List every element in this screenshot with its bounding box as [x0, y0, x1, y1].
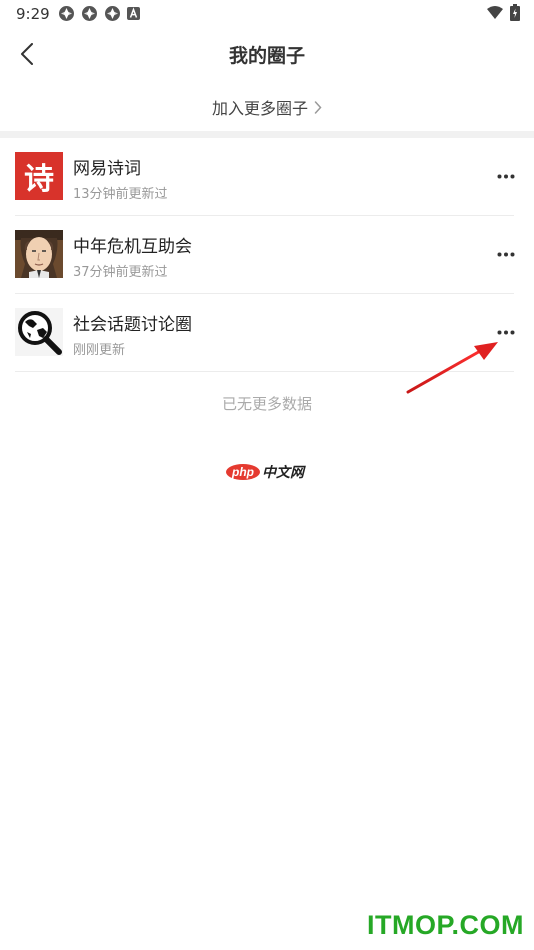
battery-icon [510, 4, 520, 21]
php-logo-text: 中文网 [262, 465, 304, 481]
page-title: 我的圈子 [228, 45, 305, 67]
circle-item-poetry[interactable]: 诗 网易诗词 13分钟前更新过 [15, 138, 515, 216]
status-time: 9:29 [16, 5, 50, 23]
circle-updated-time: 13分钟前更新过 [73, 187, 168, 202]
join-more-circles-link[interactable]: 加入更多圈子 [0, 88, 534, 126]
ellipsis-icon [497, 330, 515, 334]
circle-name: 网易诗词 [73, 159, 141, 179]
status-bar: 9:29 [0, 0, 534, 28]
globe-magnifier-icon [15, 308, 63, 356]
globe-magnifier-avatar [15, 308, 63, 356]
wifi-icon [487, 5, 503, 19]
circle-updated-time: 刚刚更新 [73, 343, 126, 358]
status-system-icons [486, 4, 520, 21]
php-cn-logo: php 中文网 [226, 462, 304, 482]
aperture-icon [105, 6, 120, 21]
watermark: ITMOP.COM [366, 910, 524, 940]
avatar-char: 诗 [24, 162, 54, 197]
php-badge: php [226, 464, 260, 480]
status-notification-icons [58, 5, 140, 22]
no-more-data-text: 已无更多数据 [221, 395, 312, 413]
ellipsis-icon [497, 174, 515, 178]
annotation-arrow-icon [406, 342, 498, 394]
more-options-button[interactable] [492, 242, 520, 266]
circle-name: 社会话题讨论圈 [73, 315, 192, 335]
bald-man-face-icon [15, 230, 63, 278]
ellipsis-icon [497, 252, 515, 256]
section-divider [0, 131, 534, 138]
a-badge-icon [127, 7, 140, 20]
circle-name: 中年危机互助会 [73, 237, 192, 257]
circle-updated-time: 37分钟前更新过 [73, 265, 168, 280]
aperture-icon [59, 6, 74, 21]
circle-item-midlife[interactable]: 中年危机互助会 37分钟前更新过 [15, 216, 515, 294]
bald-man-avatar [15, 230, 63, 278]
aperture-icon [82, 6, 97, 21]
join-more-label: 加入更多圈子 [211, 99, 308, 118]
more-options-button[interactable] [492, 164, 520, 188]
poetry-avatar: 诗 [15, 152, 63, 200]
chevron-right-icon [314, 100, 322, 114]
header-bar: 我的圈子 [0, 28, 534, 80]
